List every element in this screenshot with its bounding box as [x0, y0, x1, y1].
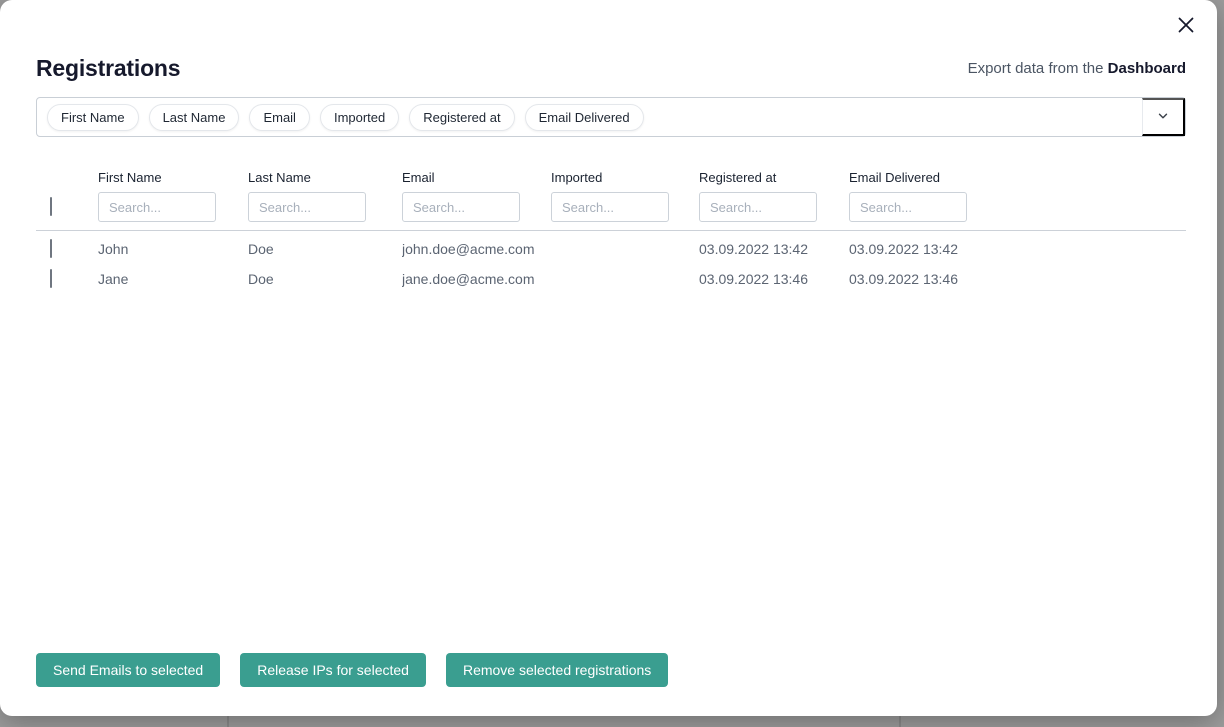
table-search-row — [36, 192, 1186, 222]
cell-last-name: Doe — [248, 271, 402, 287]
cell-first-name: John — [98, 241, 248, 257]
filter-pill-first-name[interactable]: First Name — [47, 104, 139, 131]
column-header-email: Email — [402, 170, 551, 192]
registrations-modal: Registrations Export data from the Dashb… — [0, 0, 1217, 716]
cell-email: jane.doe@acme.com — [402, 271, 551, 287]
filter-pill-email[interactable]: Email — [249, 104, 310, 131]
cell-first-name: Jane — [98, 271, 248, 287]
export-hint: Export data from the Dashboard — [968, 60, 1186, 77]
column-header-imported: Imported — [551, 170, 699, 192]
search-input-email[interactable] — [402, 192, 520, 222]
row-checkbox[interactable] — [50, 269, 52, 288]
cell-registered-at: 03.09.2022 13:42 — [699, 241, 849, 257]
select-all-checkbox[interactable] — [50, 197, 52, 216]
cell-email-delivered: 03.09.2022 13:42 — [849, 241, 999, 257]
search-input-last-name[interactable] — [248, 192, 366, 222]
search-input-imported[interactable] — [551, 192, 669, 222]
filter-pill-last-name[interactable]: Last Name — [149, 104, 240, 131]
filter-pill-imported[interactable]: Imported — [320, 104, 399, 131]
cell-email-delivered: 03.09.2022 13:46 — [849, 271, 999, 287]
cell-last-name: Doe — [248, 241, 402, 257]
send-emails-button[interactable]: Send Emails to selected — [36, 653, 220, 687]
row-checkbox[interactable] — [50, 239, 52, 258]
remove-registrations-button[interactable]: Remove selected registrations — [446, 653, 668, 687]
column-header-first-name: First Name — [98, 170, 248, 192]
chevron-down-icon — [1157, 110, 1169, 125]
search-input-email-delivered[interactable] — [849, 192, 967, 222]
filter-bar-expand-button[interactable] — [1142, 98, 1185, 136]
table-row[interactable]: John Doe john.doe@acme.com 03.09.2022 13… — [36, 234, 1186, 264]
cell-email: john.doe@acme.com — [402, 241, 551, 257]
bulk-actions-bar: Send Emails to selected Release IPs for … — [36, 653, 668, 687]
table-header-labels: First Name Last Name Email Imported Regi… — [36, 170, 1186, 192]
column-filter-bar: First Name Last Name Email Imported Regi… — [36, 97, 1186, 137]
release-ips-button[interactable]: Release IPs for selected — [240, 653, 426, 687]
table-row[interactable]: Jane Doe jane.doe@acme.com 03.09.2022 13… — [36, 264, 1186, 294]
table-body: John Doe john.doe@acme.com 03.09.2022 13… — [36, 231, 1186, 294]
search-input-first-name[interactable] — [98, 192, 216, 222]
page-title: Registrations — [36, 55, 180, 82]
close-button[interactable] — [1174, 14, 1198, 38]
dashboard-link[interactable]: Dashboard — [1108, 60, 1186, 77]
column-header-email-delivered: Email Delivered — [849, 170, 999, 192]
column-header-last-name: Last Name — [248, 170, 402, 192]
filter-pill-email-delivered[interactable]: Email Delivered — [525, 104, 644, 131]
filter-pill-registered-at[interactable]: Registered at — [409, 104, 514, 131]
export-hint-text: Export data from the — [968, 60, 1108, 77]
column-header-registered-at: Registered at — [699, 170, 849, 192]
close-icon — [1177, 16, 1195, 37]
modal-header: Registrations Export data from the Dashb… — [36, 55, 1186, 82]
registrations-table: First Name Last Name Email Imported Regi… — [36, 170, 1186, 294]
cell-registered-at: 03.09.2022 13:46 — [699, 271, 849, 287]
search-input-registered-at[interactable] — [699, 192, 817, 222]
